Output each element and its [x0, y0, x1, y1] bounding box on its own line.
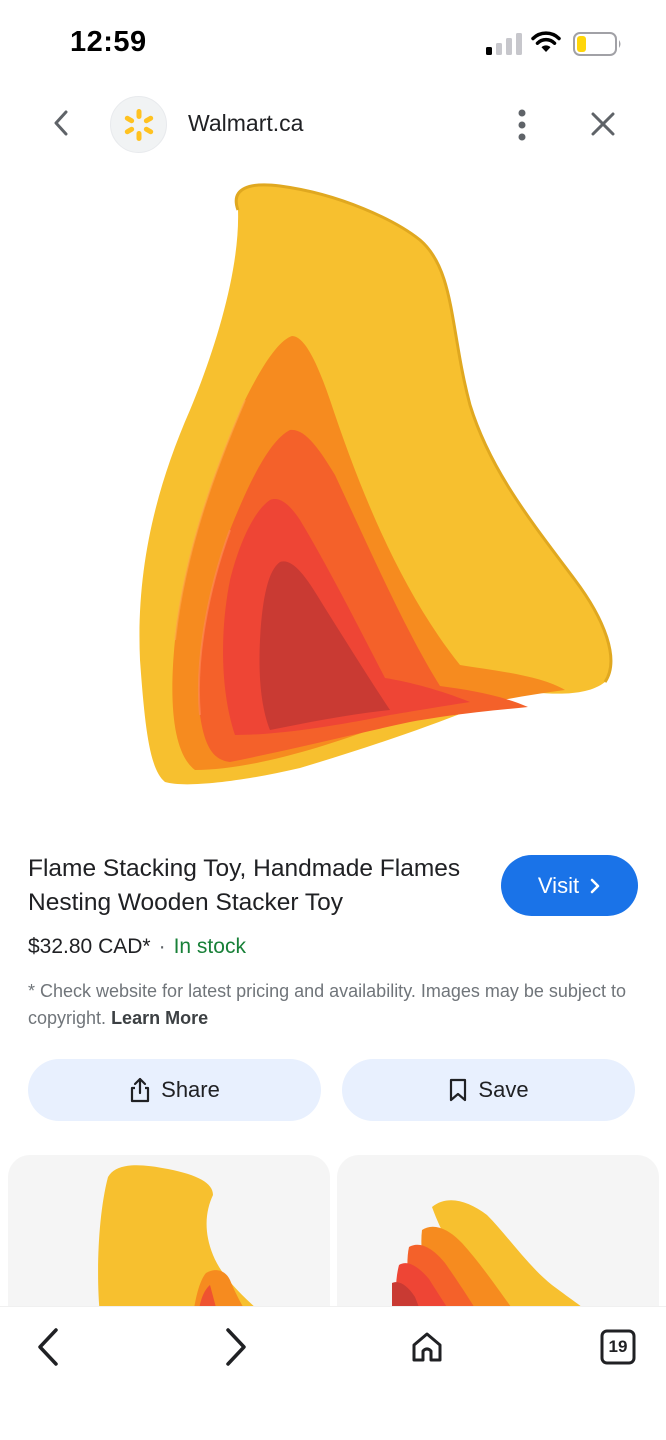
visit-label: Visit: [537, 872, 580, 898]
chevron-right-icon: [590, 878, 600, 893]
save-label: Save: [478, 1077, 529, 1102]
nav-tabs-button[interactable]: 19: [596, 1325, 640, 1369]
more-vert-icon: [518, 109, 526, 141]
bookmark-icon: [450, 1078, 467, 1102]
related-image-1[interactable]: [8, 1155, 330, 1315]
product-price: $32.80 CAD*: [28, 935, 151, 958]
product-title[interactable]: Flame Stacking Toy, Handmade Flames Nest…: [28, 852, 478, 920]
back-icon: [38, 1328, 58, 1366]
share-button[interactable]: Share: [28, 1059, 321, 1121]
more-options-button[interactable]: [506, 106, 538, 144]
nav-forward-button[interactable]: [214, 1325, 258, 1369]
visit-button[interactable]: Visit: [501, 855, 638, 916]
page-header: Walmart.ca: [0, 90, 666, 160]
walmart-spark-logo: [124, 108, 153, 141]
related-flame-image-1: [98, 1165, 263, 1315]
price-line: $32.80 CAD* · In stock: [28, 932, 246, 962]
back-arrow-icon: [54, 110, 68, 136]
stock-status: In stock: [173, 935, 246, 958]
share-label: Share: [161, 1077, 220, 1102]
nav-back-button[interactable]: [26, 1325, 70, 1369]
wifi-icon: [531, 31, 561, 52]
back-button[interactable]: [44, 106, 78, 140]
status-bar: 12:59: [0, 0, 666, 90]
nav-home-button[interactable]: [405, 1325, 449, 1369]
price-separator: ·: [158, 935, 166, 958]
product-image[interactable]: [0, 170, 666, 810]
forward-icon: [226, 1328, 246, 1366]
status-time: 12:59: [70, 26, 147, 58]
tab-count: 19: [608, 1337, 628, 1356]
home-icon: [412, 1332, 442, 1362]
related-flame-image-2: [392, 1200, 592, 1315]
close-button[interactable]: [586, 107, 620, 141]
bottom-navigation: 19: [0, 1306, 666, 1440]
close-icon: [591, 112, 615, 136]
site-name[interactable]: Walmart.ca: [188, 110, 303, 137]
battery-icon: [573, 32, 621, 56]
related-image-2[interactable]: [337, 1155, 659, 1315]
save-button[interactable]: Save: [342, 1059, 635, 1121]
disclaimer: * Check website for latest pricing and a…: [28, 978, 640, 1032]
site-favicon: [110, 96, 167, 153]
flame-stacker-illustration: [139, 183, 613, 785]
signal-icon: [486, 33, 522, 55]
share-icon: [131, 1077, 150, 1103]
learn-more-link[interactable]: Learn More: [111, 1008, 208, 1028]
